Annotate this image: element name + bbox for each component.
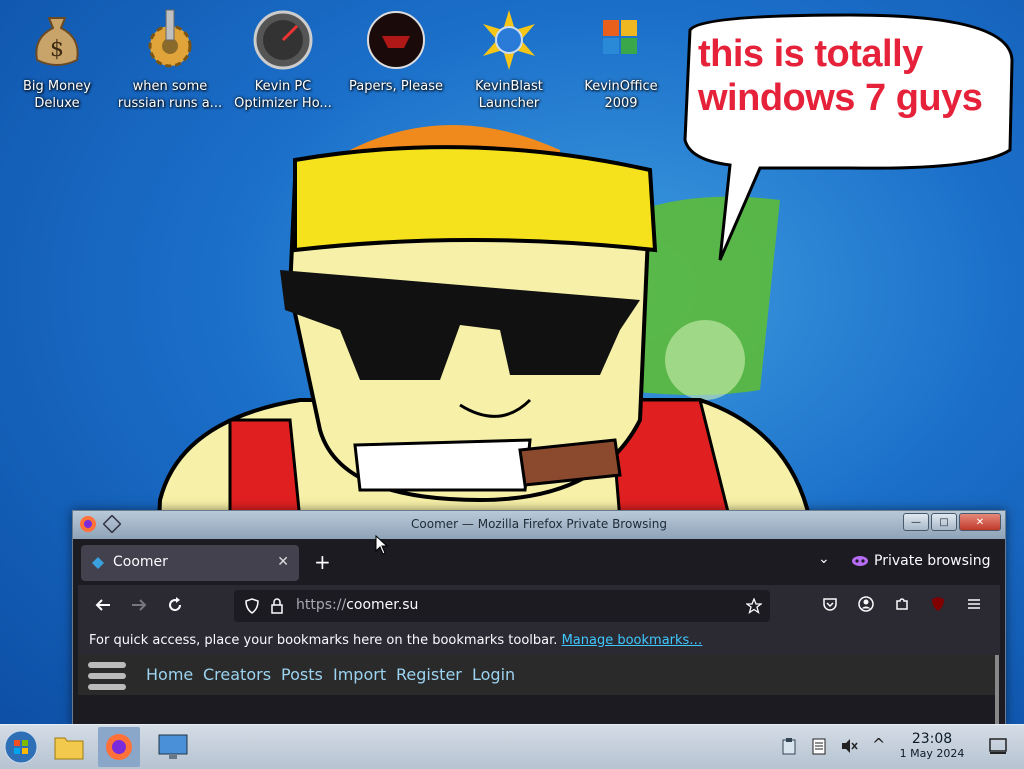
computer-settings-icon — [158, 734, 188, 759]
pocket-icon[interactable] — [822, 596, 838, 612]
desktop-icon-kevin-pc-optimizer[interactable]: Kevin PC Optimizer Ho... — [228, 8, 338, 112]
desktop-icon-label: Big Money Deluxe — [22, 79, 91, 111]
firefox-window: Coomer — Mozilla Firefox Private Browsin… — [72, 510, 1006, 726]
volume-muted-icon[interactable] — [840, 737, 858, 755]
desktop-icon-label: KevinOffice 2009 — [584, 79, 658, 111]
site-nav-register[interactable]: Register — [396, 665, 462, 684]
private-mask-icon — [852, 556, 868, 566]
bookmarks-hint-text: For quick access, place your bookmarks h… — [89, 633, 558, 648]
reload-icon[interactable] — [166, 596, 184, 614]
clipboard-icon[interactable] — [780, 737, 798, 755]
clock-date: 1 May 2024 — [899, 747, 965, 760]
url-host: coomer.su — [346, 597, 419, 613]
desktop-icon-kevinblast-launcher[interactable]: KevinBlast Launcher — [454, 8, 564, 112]
site-nav-creators[interactable]: Creators — [203, 665, 271, 684]
tray-expand-icon[interactable]: ^ — [872, 735, 885, 754]
lock-icon[interactable] — [270, 598, 284, 614]
svg-text:$: $ — [50, 37, 64, 62]
app-menu-icon[interactable] — [966, 596, 982, 612]
close-button[interactable]: ✕ — [959, 513, 1001, 531]
url-bar[interactable]: https://coomer.su — [234, 590, 770, 622]
shield-icon[interactable] — [244, 598, 260, 614]
ublock-origin-icon[interactable] — [930, 596, 946, 612]
desktop-icon-label: when some russian runs a... — [117, 79, 223, 111]
notes-icon[interactable] — [810, 737, 828, 755]
tab-coomer[interactable]: Coomer ✕ — [81, 545, 299, 581]
site-nav-login[interactable]: Login — [472, 665, 515, 684]
extensions-puzzle-icon[interactable] — [894, 596, 910, 612]
navigation-toolbar: https://coomer.su — [78, 585, 1000, 627]
show-desktop-icon[interactable] — [988, 737, 1008, 755]
url-scheme: https:// — [296, 597, 347, 613]
back-arrow-icon[interactable] — [94, 596, 112, 614]
site-nav-home[interactable]: Home — [146, 665, 193, 684]
windows-start-orb-icon — [4, 730, 38, 764]
tab-close-button[interactable]: ✕ — [277, 554, 289, 570]
bookmarks-hint: For quick access, place your bookmarks h… — [89, 633, 702, 648]
site-favicon-icon — [92, 557, 104, 569]
start-button[interactable] — [0, 727, 42, 767]
desktop-icon-kevinoffice-2009[interactable]: KevinOffice 2009 — [566, 8, 676, 112]
site-navbar: Home Creators Posts Import Register Logi… — [78, 655, 995, 695]
page-content: Home Creators Posts Import Register Logi… — [78, 655, 995, 725]
money-bag-icon: $ — [35, 17, 79, 66]
bookmarks-toolbar: For quick access, place your bookmarks h… — [78, 627, 1000, 655]
starburst-globe-icon — [483, 10, 535, 70]
taskbar: ^ 23:08 1 May 2024 — [0, 724, 1024, 769]
account-icon[interactable] — [858, 596, 874, 612]
tab-strip: Coomer ✕ + ⌄ Private browsing — [78, 541, 1000, 585]
url-text[interactable]: https://coomer.su — [296, 597, 418, 613]
site-nav-import[interactable]: Import — [333, 665, 386, 684]
window-titlebar[interactable]: Coomer — Mozilla Firefox Private Browsin… — [73, 511, 1005, 539]
speech-bubble-text: this is totally windows 7 guys — [698, 33, 983, 119]
desktop-icon-russian[interactable]: when some russian runs a... — [115, 8, 225, 112]
desktop-icon-label: KevinBlast Launcher — [475, 79, 543, 111]
desktop-icon-label: Kevin PC Optimizer Ho... — [234, 79, 332, 111]
clock[interactable]: 23:08 1 May 2024 — [892, 731, 972, 761]
taskbar-file-manager[interactable] — [48, 727, 90, 767]
tab-label: Coomer — [113, 554, 168, 570]
mouse-cursor-icon — [375, 535, 389, 555]
maximize-button[interactable]: □ — [931, 513, 957, 531]
gear-icon — [148, 9, 192, 68]
manage-bookmarks-link[interactable]: Manage bookmarks… — [562, 633, 703, 648]
window-title: Coomer — Mozilla Firefox Private Browsin… — [411, 517, 667, 531]
taskbar-firefox[interactable] — [98, 727, 140, 767]
new-tab-button[interactable]: + — [314, 550, 331, 574]
page-scrollbar[interactable] — [995, 655, 999, 725]
desktop-icon-papers-please[interactable]: Papers, Please — [341, 8, 451, 95]
private-browsing-indicator: Private browsing — [852, 553, 991, 569]
papers-please-icon — [367, 11, 425, 69]
site-menu-icon[interactable] — [88, 661, 126, 691]
forward-arrow-icon[interactable] — [130, 596, 148, 614]
clock-time: 23:08 — [911, 731, 953, 747]
desktop-icon-big-money-deluxe[interactable]: $ Big Money Deluxe — [2, 8, 112, 112]
list-all-tabs-button[interactable]: ⌄ — [818, 551, 830, 567]
private-browsing-label: Private browsing — [874, 553, 991, 569]
speedometer-icon — [253, 10, 313, 70]
office-icon — [603, 20, 637, 54]
taskbar-system-settings[interactable] — [152, 727, 194, 767]
bookmark-star-icon[interactable] — [746, 598, 762, 614]
site-nav-posts[interactable]: Posts — [281, 665, 323, 684]
folder-icon — [54, 737, 84, 760]
minimize-button[interactable]: — — [903, 513, 929, 531]
firefox-icon — [106, 734, 132, 760]
desktop-icon-label: Papers, Please — [348, 79, 444, 94]
